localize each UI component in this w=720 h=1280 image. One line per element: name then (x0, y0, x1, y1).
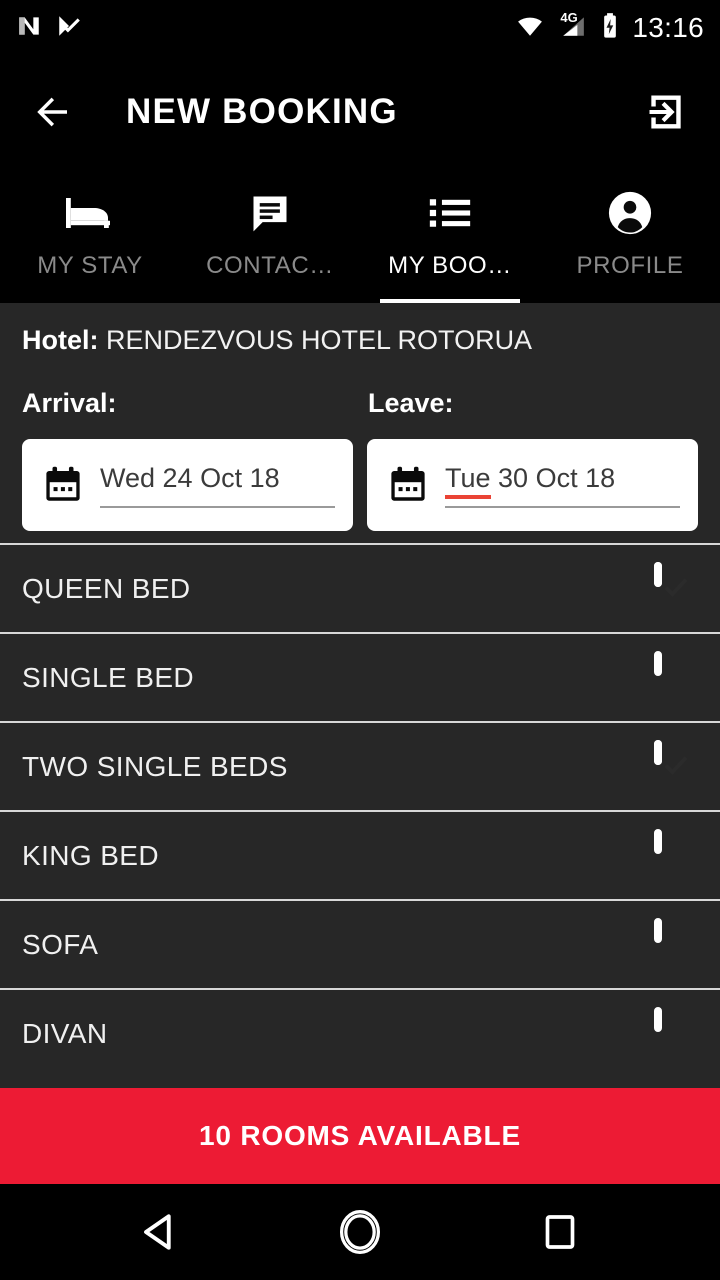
tab-contact[interactable]: CONTAC… (180, 168, 360, 303)
back-button[interactable] (30, 89, 76, 135)
calendar-icon (385, 464, 431, 506)
leave-label: Leave: (368, 388, 454, 418)
room-checkbox[interactable] (654, 650, 698, 701)
nav-home-icon[interactable] (320, 1192, 400, 1272)
list-icon (428, 190, 472, 236)
calendar-icon (40, 464, 86, 506)
chat-icon (248, 190, 292, 236)
checkbox-box (654, 1006, 662, 1032)
room-label: SINGLE BED (22, 661, 195, 693)
nav-back-icon[interactable] (120, 1192, 200, 1272)
tab-my-bookings[interactable]: MY BOO… (360, 168, 540, 303)
room-label: DIVAN (22, 1017, 108, 1049)
room-label: KING BED (22, 839, 160, 871)
room-row-queen-bed[interactable]: QUEEN BED (0, 543, 720, 632)
hotel-name: RENDEZVOUS HOTEL ROTORUA (106, 325, 533, 355)
wifi-icon (514, 13, 546, 44)
check-icon (654, 566, 698, 612)
exit-to-app-icon[interactable] (642, 88, 690, 136)
leave-date-field[interactable]: Tue 30 Oct 18 (367, 439, 698, 531)
rooms-available-button[interactable]: 10 ROOMS AVAILABLE (0, 1088, 720, 1184)
room-row-two-single-beds[interactable]: TWO SINGLE BEDS (0, 721, 720, 810)
room-checkbox[interactable] (654, 828, 698, 879)
rooms-available-label: 10 ROOMS AVAILABLE (199, 1120, 521, 1151)
room-checkbox[interactable] (654, 739, 698, 790)
booking-details-panel: Hotel: RENDEZVOUS HOTEL ROTORUA Arrival:… (0, 303, 720, 543)
bed-icon (66, 190, 114, 236)
tab-bar: MY STAY CONTAC… MY BOO… PROFILE (0, 168, 720, 303)
status-time: 13:16 (632, 12, 704, 43)
leave-date-value: Tue 30 Oct 18 (445, 462, 616, 499)
tab-label-my-bookings: MY BOO… (388, 252, 512, 279)
room-checkbox[interactable] (654, 1006, 698, 1057)
status-bar: 4G 13:16 (0, 0, 720, 56)
tab-active-indicator (380, 299, 520, 303)
leave-date-misspelled-token: Tue (445, 462, 491, 499)
arrival-date-input[interactable]: Wed 24 Oct 18 (100, 463, 335, 508)
room-checkbox[interactable] (654, 561, 698, 612)
room-label: TWO SINGLE BEDS (22, 750, 288, 782)
tab-label-profile: PROFILE (576, 252, 684, 279)
checkbox-box (654, 917, 662, 943)
room-row-sofa[interactable]: SOFA (0, 899, 720, 988)
status-notification-icons (16, 13, 82, 44)
person-icon (607, 190, 653, 236)
room-label: SOFA (22, 928, 99, 960)
app-bar: NEW BOOKING (0, 56, 720, 168)
arrival-date-field[interactable]: Wed 24 Oct 18 (22, 439, 353, 531)
leave-date-input[interactable]: Tue 30 Oct 18 (445, 462, 680, 508)
tab-label-my-stay: MY STAY (37, 252, 143, 279)
check-triangle-icon (56, 13, 82, 44)
checkbox-box (654, 650, 662, 676)
check-icon (654, 744, 698, 790)
signal-4g-icon: 4G (558, 9, 588, 44)
signal-4g-label: 4G (560, 9, 578, 25)
android-n-icon (16, 13, 42, 44)
hotel-line: Hotel: RENDEZVOUS HOTEL ROTORUA (22, 325, 698, 356)
nav-recents-icon[interactable] (520, 1192, 600, 1272)
leave-date-rest: 30 Oct 18 (490, 462, 616, 493)
room-checkbox[interactable] (654, 917, 698, 968)
room-type-list: QUEEN BED SINGLE BED TWO SINGLE BEDS KIN… (0, 543, 720, 1088)
room-row-king-bed[interactable]: KING BED (0, 810, 720, 899)
room-row-single-bed[interactable]: SINGLE BED (0, 632, 720, 721)
date-fields-row: Wed 24 Oct 18 Tue 30 Oct 18 (22, 439, 698, 531)
page-title: NEW BOOKING (126, 92, 398, 131)
arrival-date-value: Wed 24 Oct 18 (100, 462, 280, 493)
checkbox-box (654, 828, 662, 854)
status-system-icons: 4G 13:16 (514, 9, 704, 45)
battery-charging-icon (600, 12, 620, 45)
tab-my-stay[interactable]: MY STAY (0, 168, 180, 303)
date-labels-row: Arrival: Leave: (22, 388, 698, 419)
room-label: QUEEN BED (22, 572, 191, 604)
hotel-label: Hotel: (22, 325, 99, 355)
room-row-divan[interactable]: DIVAN (0, 988, 720, 1077)
app-screen: 4G 13:16 NEW BOOKING MY STAY CONTAC… MY … (0, 0, 720, 1280)
tab-profile[interactable]: PROFILE (540, 168, 720, 303)
android-navigation-bar (0, 1184, 720, 1280)
arrival-label: Arrival: (22, 388, 117, 418)
tab-label-contact: CONTAC… (206, 252, 334, 279)
